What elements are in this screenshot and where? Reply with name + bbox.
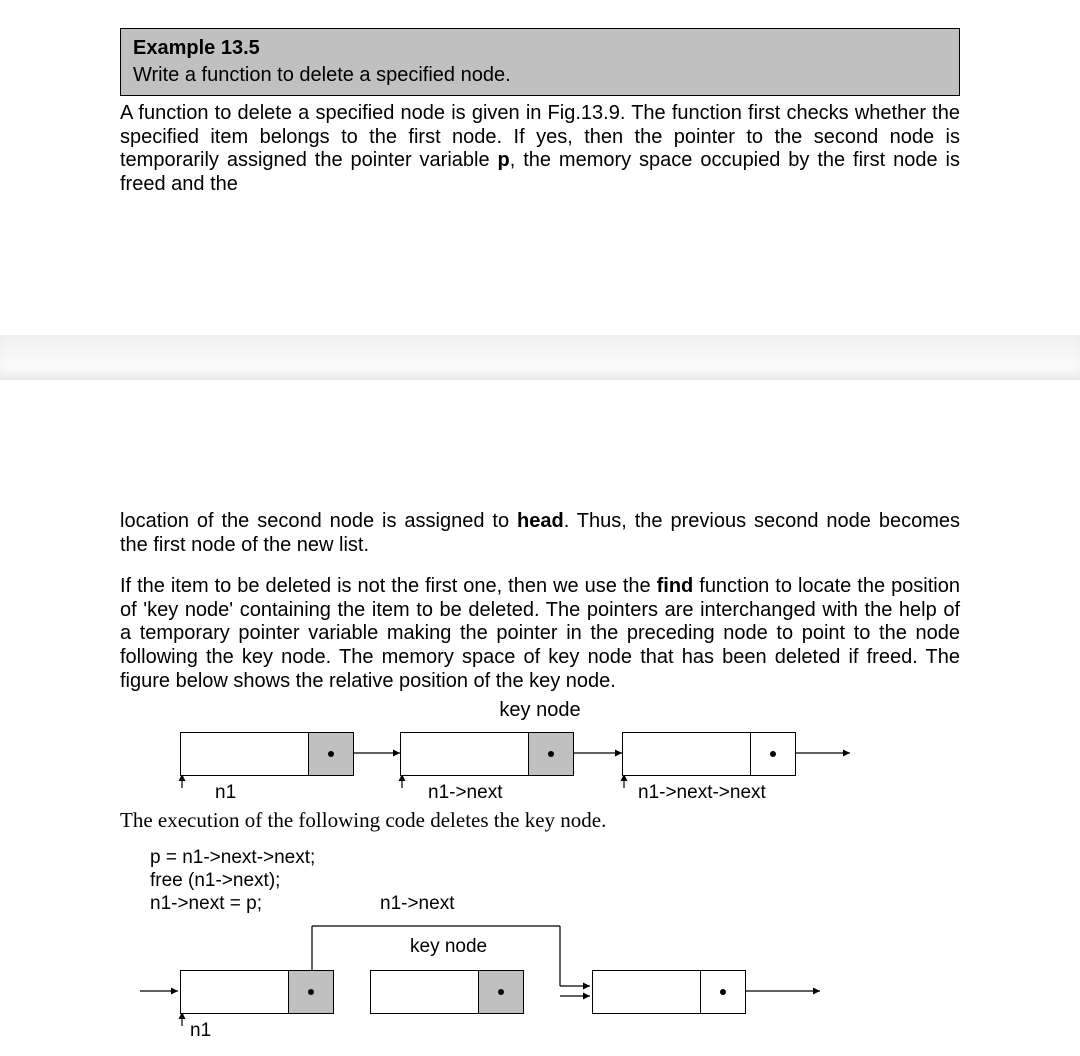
pointer-dot-icon [328,751,334,757]
node-n1-next [400,732,574,776]
para3-text-a: If the item to be deleted is not the fir… [120,575,657,597]
figure2-caption: key node [410,936,487,958]
figure-2: key node n1 [120,916,960,1046]
node-n1 [180,732,354,776]
label-n1-next: n1->next [428,782,502,804]
sentence-execution: The execution of the following code dele… [120,808,606,833]
label-n1-next-next: n1->next->next [638,782,766,804]
figure1-caption: key node [120,699,960,722]
code-block: p = n1->next->next; free (n1->next); n1-… [150,847,960,915]
pointer-dot-icon [770,751,776,757]
bottom-content: location of the second node is assigned … [120,510,960,1046]
example-description: Write a function to delete a specified n… [121,62,959,89]
code-line-3: n1->next = p; [150,893,960,916]
para2-text-a: location of the second node is assigned … [120,510,517,532]
pointer-dot-icon [308,989,314,995]
para2-bold-head: head [517,510,564,532]
pointer-dot-icon [548,751,554,757]
fig2-node-n1 [180,970,334,1014]
para1-bold-p: p [498,149,510,171]
example-title: Example 13.5 [121,33,959,62]
code-line-1: p = n1->next->next; [150,847,960,870]
top-content: Example 13.5 Write a function to delete … [120,0,960,196]
para3-bold-find: find [657,575,694,597]
pointer-dot-icon [720,989,726,995]
document-page: Example 13.5 Write a function to delete … [0,0,1080,1045]
figure2-top-label: n1->next [380,893,454,915]
example-box: Example 13.5 Write a function to delete … [120,28,960,96]
pointer-dot-icon [498,989,504,995]
label-n1: n1 [215,782,236,804]
paragraph-3: If the item to be deleted is not the fir… [120,575,960,693]
node-n1-next-next [622,732,796,776]
page-divider-band [0,335,1080,380]
code-line-2: free (n1->next); [150,870,960,893]
fig2-node-after [592,970,746,1014]
paragraph-2: location of the second node is assigned … [120,510,960,557]
code-and-figure2: p = n1->next->next; free (n1->next); n1-… [120,847,960,1045]
fig2-label-n1: n1 [190,1020,211,1042]
fig2-node-key [370,970,524,1014]
paragraph-1: A function to delete a specified node is… [120,102,960,196]
